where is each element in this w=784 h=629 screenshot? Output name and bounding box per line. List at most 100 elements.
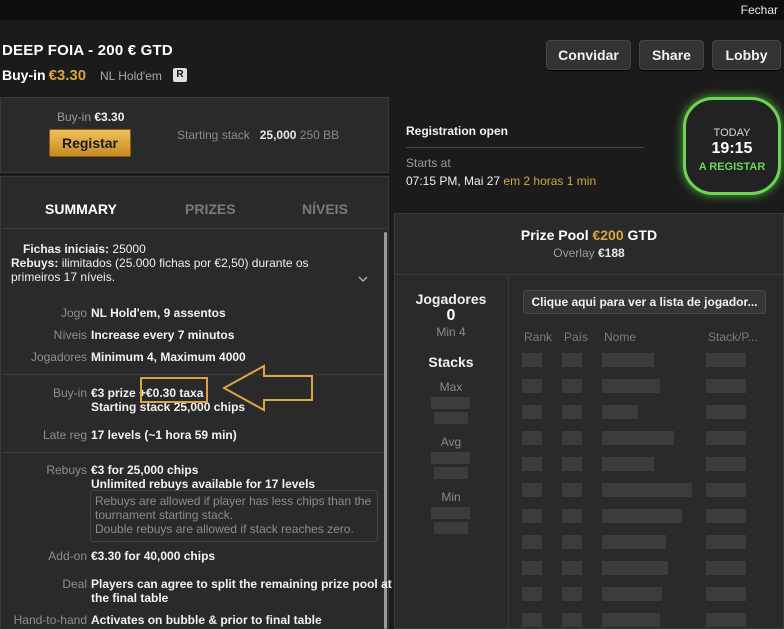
starting-chips-label: Fichas iniciais: [23,242,110,256]
stacks-heading: Stacks [428,354,474,370]
rebuys-note: Rebuys are allowed if player has less ch… [90,490,378,542]
overlay-value: €188 [597,246,625,260]
tab-levels[interactable]: NÍVEIS [302,201,348,217]
rebuys-value: €3 for 25,000 chips [91,463,199,477]
placeholder [522,483,542,497]
rebuys-note-line: tournament starting stack. [95,508,234,522]
starting-stack-bb: 250 BB [299,128,340,142]
divider [2,452,384,453]
placeholder [522,561,542,575]
rebuys-unlimited: Unlimited rebuys available for 17 levels [91,477,316,491]
invite-button[interactable]: Convidar [546,40,631,70]
placeholder [522,535,542,549]
header-buyin-value: €3.30 [48,67,87,84]
placeholder [706,483,746,497]
placeholder [602,379,660,393]
chevron-down-icon[interactable] [358,272,368,286]
placeholder [602,457,654,471]
deal-value: Players can agree to split the remaining… [91,577,392,591]
today-time: 19:15 [711,140,753,157]
latereg-label: Late reg [42,428,87,442]
placeholder [602,431,674,445]
starting-chips: Fichas iniciais: 25000 [23,242,146,256]
players-count: 0 [446,307,456,324]
players-heading: Jogadores [415,291,487,307]
placeholder [602,613,660,627]
players-min: Min 4 [436,325,466,339]
placeholder [706,613,746,627]
prize-pool-suffix: GTD [627,227,658,243]
prize-pool-label: Prize Pool [520,227,589,243]
placeholder [434,412,468,424]
arrow-annotation-icon [221,362,316,417]
placeholder [602,483,692,497]
prize-pool: Prize Pool €200 GTD [394,227,784,243]
placeholder [602,561,668,575]
placeholder [562,431,582,445]
placeholder [562,405,582,419]
buyin-prize: €3 prize + [91,386,147,400]
placeholder [522,587,542,601]
placeholder [602,509,682,523]
placeholder [431,507,470,519]
prize-pool-amount: €200 [592,227,624,243]
starting-stack-label: Starting stack [177,128,250,142]
latereg-value: 17 levels (~1 hora 59 min) [91,428,237,442]
rebuys-note-line: Rebuys are allowed if player has less ch… [95,494,372,508]
start-time: 07:15 PM, Mai 27 em 2 horas 1 min [406,174,596,188]
placeholder [431,397,470,409]
relative-time: em 2 horas 1 min [503,174,597,188]
register-buyin-value: €3.30 [94,110,125,124]
game-type: NL Hold'em [100,69,162,83]
today-badge: TODAY 19:15 A REGISTAR [683,97,781,195]
placeholder [706,535,746,549]
placeholder [706,379,746,393]
stack-avg-label: Avg [440,435,462,449]
placeholder [562,483,582,497]
placeholder [602,587,662,601]
levels-value: Increase every 7 minutos [91,328,235,342]
placeholder [706,509,746,523]
prize-pool-header [394,213,784,275]
column-country[interactable]: País [564,330,588,344]
today-label: TODAY [713,127,751,139]
starting-stack-value: 25,000 [259,128,297,142]
h2h-label: Hand-to-hand [13,613,87,627]
deal-label: Deal [62,577,87,591]
buyin-label: Buy-in [52,386,87,400]
today-status: A REGISTAR [698,161,766,173]
register-button[interactable]: Registar [49,129,131,157]
rebuy-badge: R [173,68,187,82]
rebuys-summary-label: Rebuys: [11,256,59,270]
tab-divider [2,228,388,229]
placeholder [522,509,542,523]
lobby-button[interactable]: Lobby [712,40,781,70]
tab-summary[interactable]: SUMMARY [45,201,117,217]
column-stack[interactable]: Stack/P... [708,330,758,344]
stack-min-label: Min [441,490,461,504]
placeholder [434,467,468,479]
placeholder [706,353,746,367]
scrollbar[interactable] [384,232,387,629]
register-buyin: Buy-in €3.30 [57,110,124,124]
placeholder [602,405,638,419]
column-rank[interactable]: Rank [524,330,552,344]
tab-prizes[interactable]: PRIZES [185,201,236,217]
rebuys-summary-line2: primeiros 17 níveis. [11,270,116,284]
header-buyin: Buy-in €3.30 [2,67,86,84]
placeholder [562,353,582,367]
share-button[interactable]: Share [639,40,704,70]
overlay: Overlay €188 [394,246,784,260]
addon-label: Add-on [48,549,87,563]
placeholder [706,457,746,471]
stack-max-label: Max [439,380,463,394]
placeholder [602,353,654,367]
placeholder [562,587,582,601]
starting-chips-value: 25000 [112,242,146,256]
close-button[interactable]: Fechar [741,3,778,17]
divider [508,275,509,629]
placeholder [522,405,542,419]
player-list-button[interactable]: Clique aqui para ver a lista de jogador.… [523,290,766,314]
placeholder [522,379,542,393]
column-name[interactable]: Nome [604,330,636,344]
